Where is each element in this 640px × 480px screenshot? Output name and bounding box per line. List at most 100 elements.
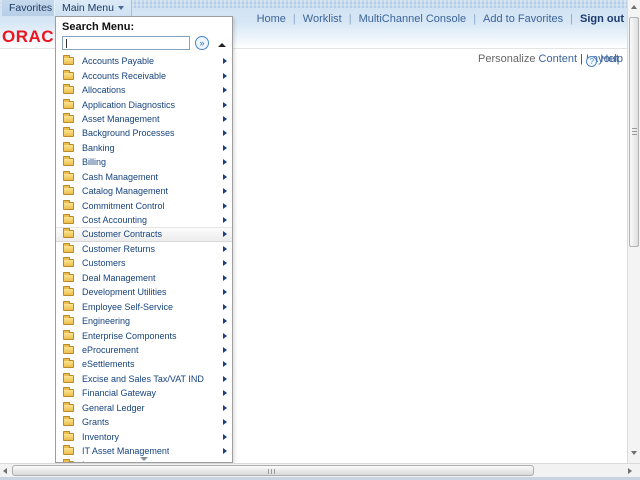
folder-icon: [63, 372, 74, 383]
menu-item[interactable]: Deal Management: [56, 271, 232, 285]
menu-item[interactable]: Commitment Control: [56, 198, 232, 212]
menu-item-label: Accounts Receivable: [82, 70, 167, 81]
scroll-right-button[interactable]: [624, 465, 635, 477]
menu-item-label: Asset Management: [82, 113, 160, 124]
folder-icon: [63, 141, 74, 152]
folder-icon: [63, 55, 74, 66]
scroll-left-button[interactable]: [0, 465, 11, 477]
search-menu-input[interactable]: [62, 36, 190, 50]
arrow-right-icon: [628, 468, 632, 474]
submenu-arrow-icon: [223, 87, 227, 94]
menu-item[interactable]: Excise and Sales Tax/VAT IND: [56, 372, 232, 386]
folder-icon: [63, 430, 74, 441]
worklist-link[interactable]: Worklist: [303, 13, 342, 25]
menu-item[interactable]: Engineering: [56, 314, 232, 328]
menu-item[interactable]: Inventory: [56, 429, 232, 443]
tab-favorites-label: Favorites: [9, 2, 53, 14]
menu-item[interactable]: Financial Gateway: [56, 386, 232, 400]
folder-icon: [63, 98, 74, 109]
submenu-arrow-icon: [223, 58, 227, 65]
folder-icon: [63, 329, 74, 340]
horizontal-scrollbar-thumb[interactable]: [12, 465, 534, 476]
arrow-left-icon: [3, 468, 7, 474]
tab-main-menu[interactable]: Main Menu: [54, 0, 132, 16]
link-separator: |: [570, 13, 573, 25]
menu-item[interactable]: Cash Management: [56, 170, 232, 184]
submenu-arrow-icon: [223, 375, 227, 382]
submenu-arrow-icon: [223, 101, 227, 108]
menu-item-label: Inventory: [82, 431, 120, 442]
personalize-content-link[interactable]: Content: [539, 53, 578, 65]
menu-item[interactable]: Catalog Management: [56, 184, 232, 198]
sign-out-link[interactable]: Sign out: [580, 13, 624, 25]
application-window: ORACLE Favorites Main Menu Home | Worklist…: [0, 0, 640, 480]
help-link[interactable]: Help: [600, 53, 623, 65]
add-to-favorites-link[interactable]: Add to Favorites: [483, 13, 563, 25]
submenu-arrow-icon: [223, 289, 227, 296]
search-menu-label: Search Menu:: [62, 21, 135, 33]
menu-item[interactable]: Employee Self-Service: [56, 299, 232, 313]
submenu-arrow-icon: [223, 419, 227, 426]
menu-item[interactable]: eSettlements: [56, 357, 232, 371]
menu-item-label: Development Utilities: [82, 287, 167, 298]
menu-item-label: Deal Management: [82, 272, 156, 283]
submenu-arrow-icon: [223, 159, 227, 166]
menu-item-label: IT Asset Management: [82, 446, 170, 457]
menu-item-label: Commitment Control: [82, 200, 165, 211]
menu-item[interactable]: Enterprise Components: [56, 328, 232, 342]
submenu-arrow-icon: [223, 115, 227, 122]
menu-item[interactable]: Asset Management: [56, 112, 232, 126]
vertical-scrollbar-thumb[interactable]: [629, 17, 639, 247]
scroll-up-button[interactable]: [628, 1, 640, 14]
menu-item-label: Accounts Payable: [82, 56, 155, 67]
header-links: Home | Worklist | MultiChannel Console | Add t…: [257, 13, 624, 25]
menu-item[interactable]: Development Utilities: [56, 285, 232, 299]
menu-scroll-down-icon[interactable]: [140, 457, 148, 461]
submenu-arrow-icon: [223, 346, 227, 353]
menu-item[interactable]: Accounts Receivable: [56, 68, 232, 82]
scroll-down-button[interactable]: [628, 447, 640, 460]
submenu-arrow-icon: [223, 217, 227, 224]
menu-item[interactable]: Customer Returns: [56, 242, 232, 256]
submenu-arrow-icon: [223, 303, 227, 310]
menu-item-label: Background Processes: [82, 128, 175, 139]
submenu-arrow-icon: [223, 318, 227, 325]
multichannel-console-link[interactable]: MultiChannel Console: [359, 13, 467, 25]
folder-icon: [63, 84, 74, 95]
menu-item[interactable]: Application Diagnostics: [56, 97, 232, 111]
tab-main-menu-label: Main Menu: [62, 2, 114, 14]
menu-item[interactable]: Customer Contracts: [56, 227, 232, 242]
menu-item[interactable]: Cost Accounting: [56, 213, 232, 227]
menu-scroll-up-icon[interactable]: [218, 43, 226, 47]
menu-item[interactable]: Customers: [56, 256, 232, 270]
folder-icon: [63, 315, 74, 326]
menu-item-label: Cash Management: [82, 171, 159, 182]
menu-item[interactable]: Grants: [56, 415, 232, 429]
menu-item[interactable]: eProcurement: [56, 343, 232, 357]
folder-icon: [63, 358, 74, 369]
menu-item[interactable]: Allocations: [56, 83, 232, 97]
menu-item-label: Allocations: [82, 85, 126, 96]
folder-icon: [63, 156, 74, 167]
folder-icon: [63, 271, 74, 282]
menu-item[interactable]: Accounts Payable: [56, 54, 232, 68]
main-menu-dropdown: Search Menu: » Accounts Payable Accounts …: [55, 16, 233, 463]
horizontal-scrollbar[interactable]: [0, 463, 640, 477]
menu-item-label: Enterprise Components: [82, 330, 177, 341]
folder-icon: [63, 242, 74, 253]
search-go-button[interactable]: »: [195, 36, 209, 50]
menu-item[interactable]: Billing: [56, 155, 232, 169]
folder-icon: [63, 199, 74, 210]
folder-icon: [63, 416, 74, 427]
folder-icon: [63, 170, 74, 181]
menu-item-label: Billing: [82, 157, 107, 168]
submenu-arrow-icon: [223, 173, 227, 180]
home-link[interactable]: Home: [257, 13, 286, 25]
menu-item[interactable]: General Ledger: [56, 401, 232, 415]
menu-item-label: Customer Returns: [82, 243, 156, 254]
menu-item[interactable]: Banking: [56, 141, 232, 155]
menu-item-label: Banking: [82, 142, 115, 153]
menu-item[interactable]: Background Processes: [56, 126, 232, 140]
vertical-scrollbar[interactable]: [627, 0, 640, 463]
submenu-arrow-icon: [223, 448, 227, 455]
